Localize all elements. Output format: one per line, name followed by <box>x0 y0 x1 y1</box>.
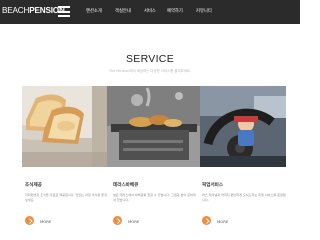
card-desc-terrace-bbq: 넓은 테라스에서 바베큐를 즐길 수 있습니다. 그릴과 숯이 준비되어 있습니… <box>113 193 196 203</box>
chevron-right-icon <box>202 216 211 225</box>
card-title-breakfast: 조식제공 <box>25 183 42 188</box>
nav-item-rooms[interactable]: 객실안내 <box>115 8 131 16</box>
top-navigation-bar: BEACHPENSION 펜션소개 객실안내 서비스 예약하기 커뮤니티 <box>0 0 300 24</box>
more-label: MORE <box>217 218 229 224</box>
site-logo[interactable]: BEACHPENSION <box>2 6 65 15</box>
more-label: MORE <box>128 218 140 224</box>
card-title-pickup: 픽업서비스 <box>202 183 224 188</box>
nav-item-about[interactable]: 펜션소개 <box>86 8 102 16</box>
chevron-right-icon <box>25 216 34 225</box>
hamburger-icon[interactable] <box>58 6 70 17</box>
section-title: SERVICE <box>125 53 174 65</box>
card-desc-pickup: 버스 터미널과 역까지 편안하게 모셔드리는 픽업 서비스를 운영합니다. <box>202 193 286 203</box>
nav-item-service[interactable]: 서비스 <box>144 8 156 16</box>
terrace-bbq-image[interactable] <box>107 86 201 167</box>
nav-item-reservation[interactable]: 예약하기 <box>167 8 183 16</box>
card-desc-breakfast: 저희펜션은 조식을 무료로 제공합니다. 맛있는 아침 식사를 즐겨보세요. <box>25 193 107 203</box>
breakfast-image[interactable] <box>22 86 108 167</box>
pickup-service-image[interactable] <box>200 86 286 167</box>
more-label: MORE <box>40 218 52 224</box>
section-subtitle: The Pension에서 제공하는 다양한 서비스를 즐겨보세요. <box>108 69 191 73</box>
logo-text-light: BEACH <box>2 6 30 15</box>
card-title-terrace-bbq: 테라스바베큐 <box>113 183 139 188</box>
nav-item-community[interactable]: 커뮤니티 <box>196 8 212 16</box>
chevron-right-icon <box>113 216 122 225</box>
